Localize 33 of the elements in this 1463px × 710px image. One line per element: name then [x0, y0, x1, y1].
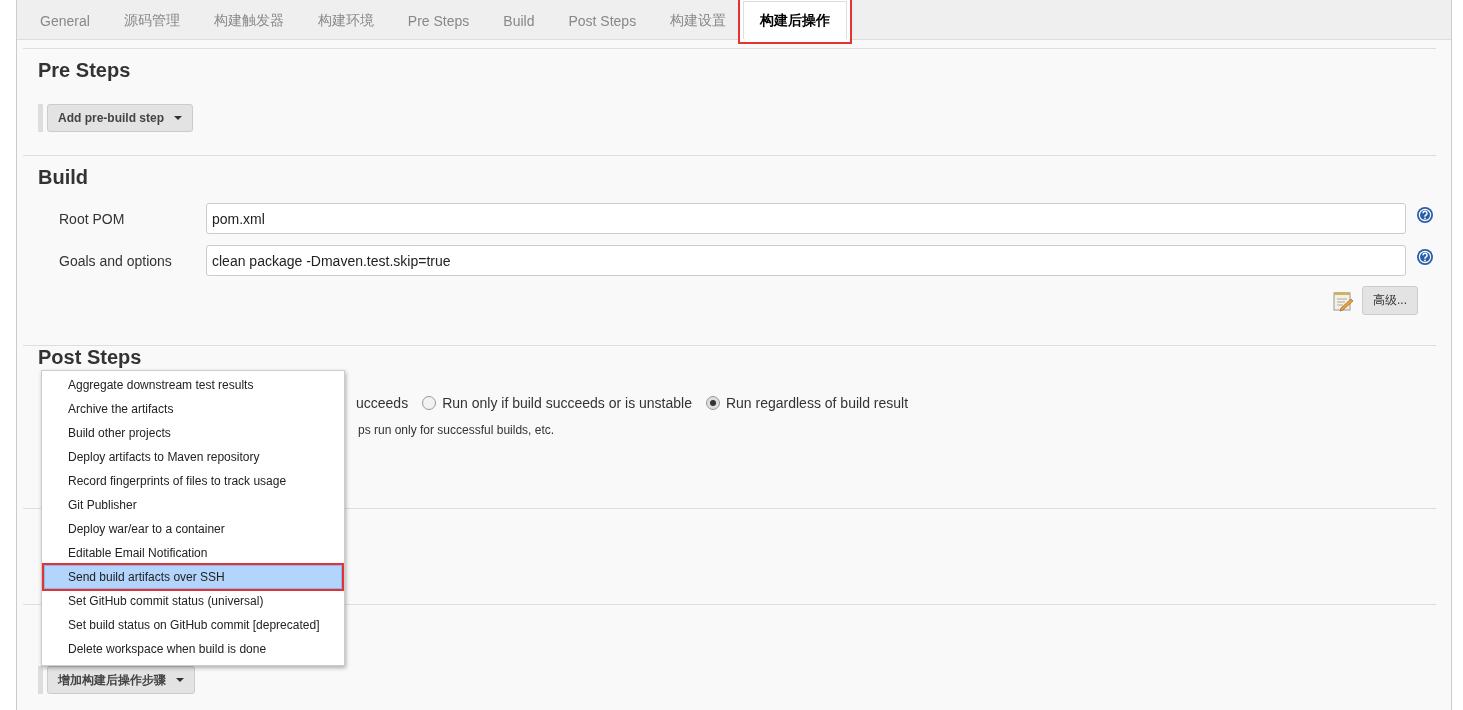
description-text: ps run only for successful builds, etc. — [358, 423, 555, 437]
menu-item[interactable]: Deploy war/ear to a container — [44, 517, 342, 541]
add-pre-build-step-button[interactable]: Add pre-build step — [47, 104, 193, 132]
menu-item[interactable]: Delete workspace when build is done — [44, 637, 342, 661]
help-icon[interactable] — [1416, 247, 1434, 266]
menu-item[interactable]: Record fingerprints of files to track usage — [44, 469, 342, 493]
caret-icon — [174, 116, 182, 120]
menu-item[interactable]: Archive the artifacts — [44, 397, 342, 421]
notepad-icon[interactable] — [1332, 289, 1354, 312]
advanced-button[interactable]: 高级... — [1362, 286, 1418, 315]
caret-icon — [176, 678, 184, 682]
field-label: Goals and options — [58, 252, 173, 269]
help-icon[interactable] — [1416, 205, 1434, 224]
menu-item[interactable]: Build other projects — [44, 421, 342, 445]
section-title: Build — [38, 166, 89, 189]
section-title: Pre Steps — [38, 59, 132, 82]
menu-item[interactable]: Set build status on GitHub commit [deprecated] — [44, 613, 342, 637]
radio-button[interactable] — [422, 396, 437, 410]
radio-label[interactable]: Run only if build succeeds or is unstable — [442, 395, 692, 411]
menu-item[interactable]: Editable Email Notification — [44, 541, 342, 565]
radio-button[interactable] — [705, 396, 720, 410]
menu-item[interactable]: Git Publisher — [44, 493, 342, 517]
menu-item[interactable]: Aggregate downstream test results — [44, 373, 342, 397]
radio-label[interactable]: Run regardless of build result — [725, 395, 909, 411]
add-post-build-step-button[interactable]: 增加构建后操作步骤 — [47, 666, 195, 694]
field-label: Root POM — [58, 210, 126, 227]
text-field[interactable]: pom.xml — [206, 203, 1406, 234]
text-field[interactable]: clean package -Dmaven.test.skip=true — [206, 245, 1406, 276]
menu-item[interactable]: Deploy artifacts to Maven repository — [44, 445, 342, 469]
radio-label[interactable]: ucceeds — [356, 395, 409, 411]
menu-item[interactable]: Set GitHub commit status (universal) — [44, 589, 342, 613]
section-title: Post Steps — [38, 347, 143, 367]
menu-item[interactable]: Send build artifacts over SSH — [44, 565, 342, 589]
